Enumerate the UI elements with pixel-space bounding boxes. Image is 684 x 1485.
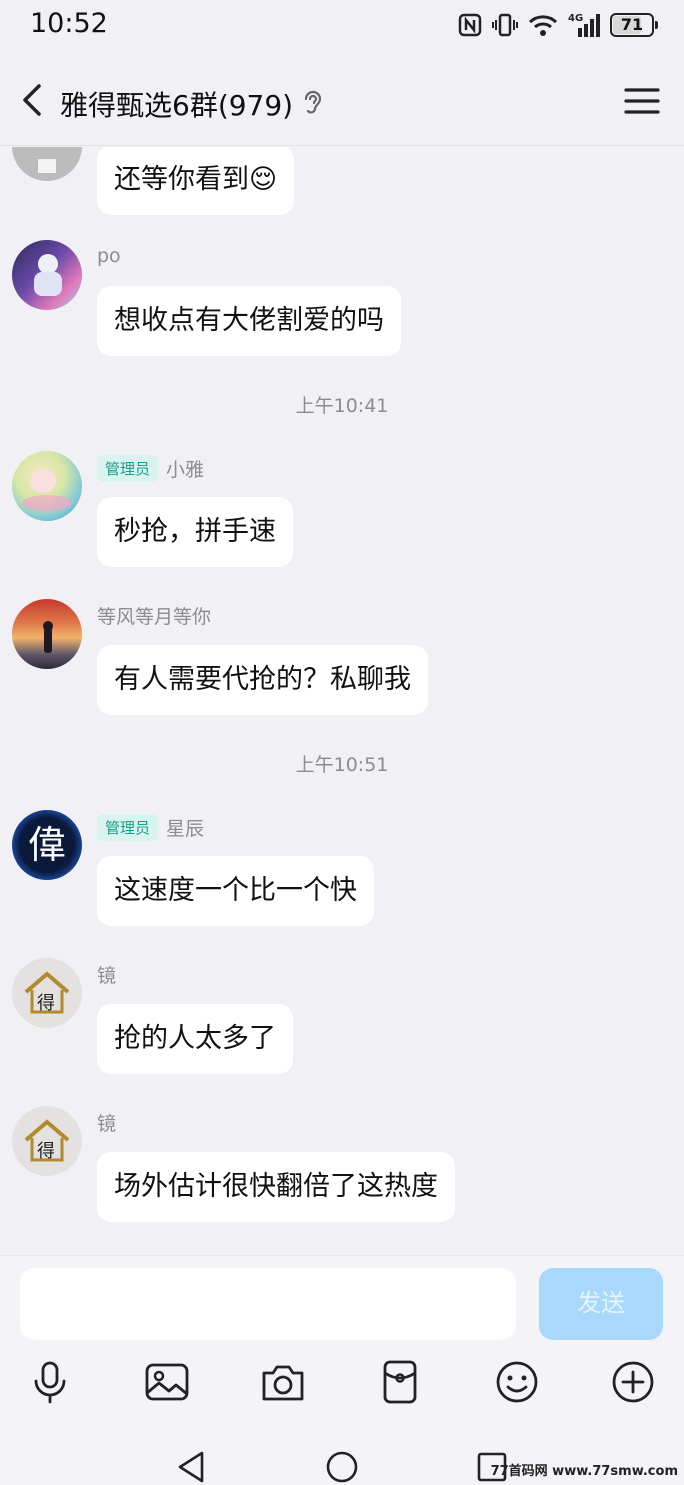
system-nav-bar: 77首码网 www.77smw.com — [0, 1419, 684, 1485]
avatar[interactable]: 得 — [12, 958, 82, 1028]
watermark: 77首码网 www.77smw.com — [490, 1464, 678, 1479]
chat-header: 雅得甄选6群(979) — [0, 52, 684, 146]
back-button[interactable] — [14, 80, 54, 120]
sender-name: 星辰 — [166, 818, 205, 840]
nfc-icon — [458, 13, 482, 37]
svg-text:4G: 4G — [568, 13, 583, 24]
red-packet-icon[interactable] — [377, 1359, 423, 1405]
image-icon[interactable] — [144, 1359, 190, 1405]
menu-icon[interactable] — [624, 86, 660, 116]
house-logo-icon: 得 — [24, 971, 70, 1014]
message-bubble[interactable]: 还等你看到😌 — [97, 147, 295, 215]
input-bar: 发送 — [0, 1255, 684, 1355]
message-input[interactable] — [20, 1268, 516, 1340]
avatar[interactable] — [12, 451, 82, 521]
house-logo-icon: 得 — [24, 1119, 70, 1162]
status-icons: 4G 71 — [458, 10, 658, 40]
avatar[interactable]: 得 — [12, 1106, 82, 1176]
sender-name: 等风等月等你 — [97, 606, 212, 628]
sender-info: 管理员 星辰 — [97, 814, 204, 841]
emoji-icon[interactable] — [494, 1359, 540, 1405]
message-bubble[interactable]: 想收点有大佬割爱的吗 — [97, 286, 401, 356]
send-button[interactable]: 发送 — [539, 1268, 663, 1340]
group-title[interactable]: 雅得甄选6群(979) — [60, 84, 293, 124]
wifi-icon — [528, 15, 558, 36]
sender-name: po — [97, 245, 121, 267]
nav-back-icon[interactable] — [174, 1449, 210, 1485]
input-toolbar — [0, 1355, 684, 1419]
message-bubble[interactable]: 这速度一个比一个快 — [97, 856, 374, 926]
plus-icon[interactable] — [610, 1359, 656, 1405]
admin-badge: 管理员 — [97, 814, 159, 841]
avatar[interactable] — [12, 147, 82, 181]
message-bubble[interactable]: 场外估计很快翻倍了这热度 — [97, 1152, 455, 1222]
message-bubble[interactable]: 秒抢，拼手速 — [97, 497, 293, 567]
sender-name: 镜 — [97, 965, 117, 987]
avatar[interactable]: 偉 — [12, 810, 82, 880]
sender-info: 管理员 小雅 — [97, 455, 204, 482]
earpiece-mode-icon[interactable] — [300, 88, 326, 116]
mic-icon[interactable] — [27, 1359, 73, 1405]
signal-icon: 4G — [568, 13, 600, 37]
status-bar: 10:52 4G 71 — [0, 0, 684, 52]
camera-icon[interactable] — [260, 1359, 306, 1405]
sender-name: 小雅 — [166, 459, 205, 481]
svg-text:得: 得 — [37, 993, 55, 1014]
status-time: 10:52 — [30, 8, 108, 39]
avatar[interactable] — [12, 240, 82, 310]
battery-level: 71 — [620, 15, 644, 34]
timestamp-separator: 上午10:41 — [295, 395, 389, 417]
message-bubble[interactable]: 有人需要代抢的？私聊我 — [97, 645, 428, 715]
avatar[interactable] — [12, 599, 82, 669]
message-list[interactable]: 还等你看到😌 po 想收点有大佬割爱的吗 上午10:41 管理员 小雅 秒抢，拼… — [0, 147, 684, 1255]
message-bubble[interactable]: 抢的人太多了 — [97, 1004, 293, 1074]
timestamp-separator: 上午10:51 — [295, 754, 389, 776]
sender-name: 镜 — [97, 1113, 117, 1135]
svg-text:得: 得 — [37, 1141, 55, 1162]
admin-badge: 管理员 — [97, 455, 159, 482]
vibrate-icon — [492, 13, 518, 37]
battery-indicator: 71 — [610, 13, 658, 37]
nav-home-icon[interactable] — [324, 1449, 360, 1485]
